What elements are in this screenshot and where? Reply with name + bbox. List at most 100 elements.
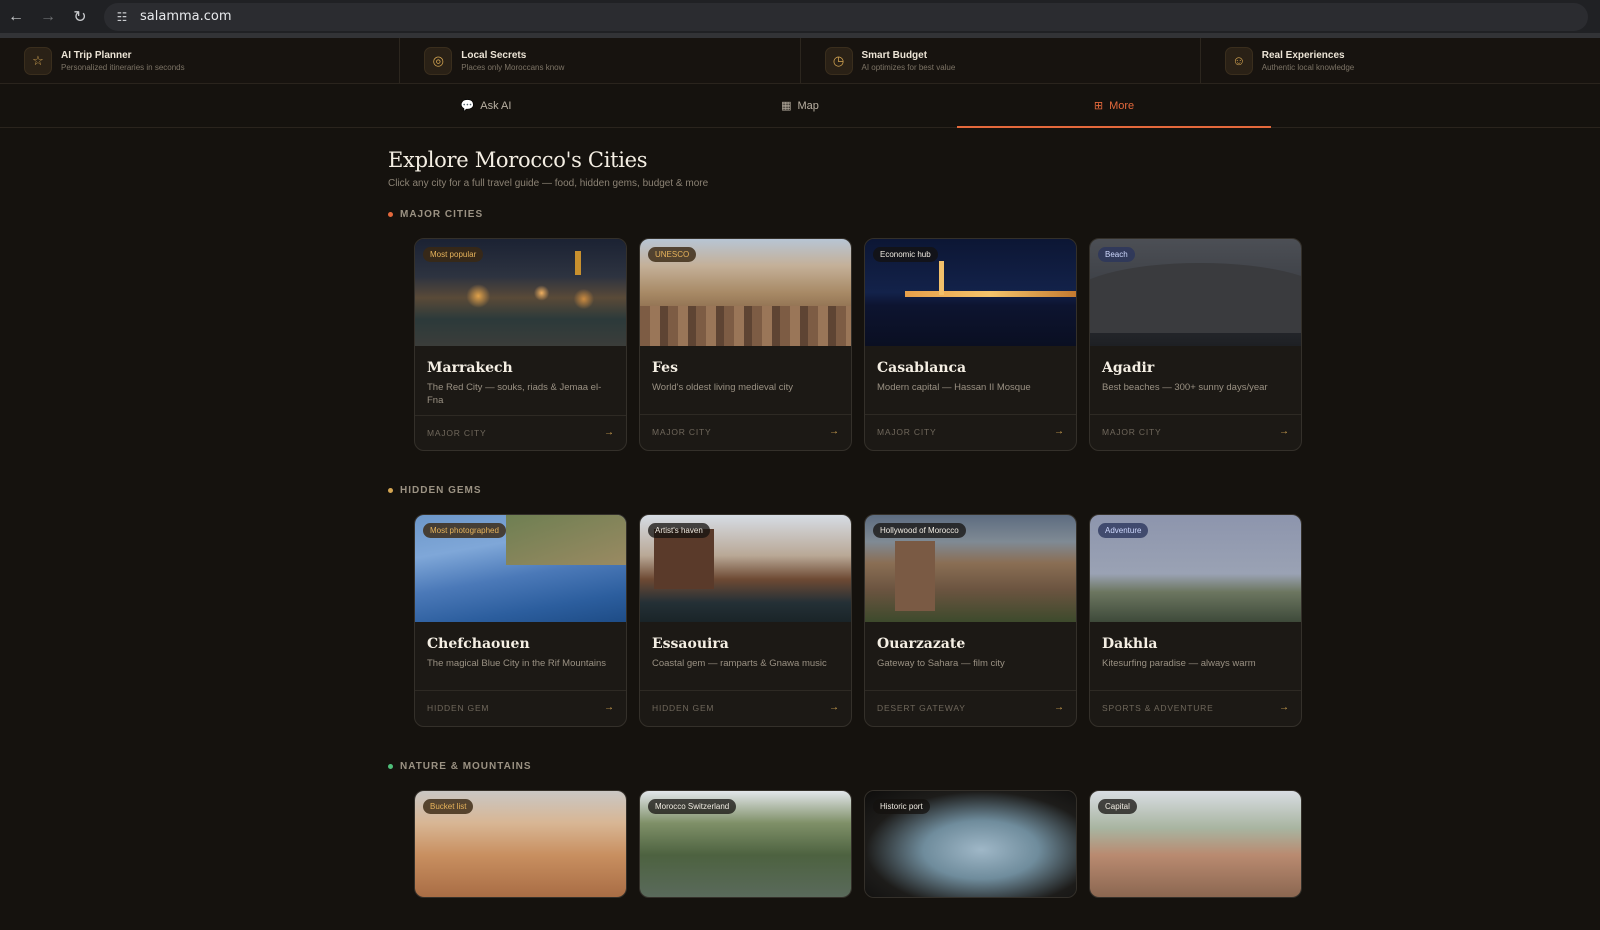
feature-subtitle: Personalized itineraries in seconds bbox=[61, 62, 185, 72]
city-card-ouarzazate[interactable]: Hollywood of Morocco Ouarzazate Gateway … bbox=[864, 514, 1077, 727]
page-subtitle: Click any city for a full travel guide —… bbox=[388, 178, 709, 189]
city-card-chefchaouen[interactable]: Most photographed Chefchaouen The magica… bbox=[414, 514, 627, 727]
city-card-fes[interactable]: UNESCO Fes World's oldest living medieva… bbox=[639, 238, 852, 451]
card-badge: Capital bbox=[1098, 799, 1137, 814]
card-badge: Adventure bbox=[1098, 523, 1149, 538]
chat-icon: 💬 bbox=[460, 100, 475, 112]
city-card[interactable]: Bucket list bbox=[414, 790, 627, 898]
feature-local-secrets: ◎ Local Secrets Places only Moroccans kn… bbox=[400, 38, 801, 83]
city-card[interactable]: Historic port bbox=[864, 790, 1077, 898]
city-tag: HIDDEN GEM bbox=[427, 702, 490, 713]
city-description: The Red City — souks, riads & Jemaa el-F… bbox=[427, 382, 602, 406]
section-dot bbox=[388, 488, 393, 493]
feature-real-experiences: ☺ Real Experiences Authentic local knowl… bbox=[1201, 38, 1600, 83]
star-icon: ☆ bbox=[24, 46, 52, 75]
site-settings-icon[interactable]: ☷ bbox=[114, 9, 130, 25]
city-name: Casablanca bbox=[877, 360, 967, 376]
city-name: Chefchaouen bbox=[427, 636, 530, 652]
city-image: Capital bbox=[1090, 791, 1301, 897]
city-description: The magical Blue City in the Rif Mountai… bbox=[427, 658, 606, 669]
city-tag: MAJOR CITY bbox=[877, 426, 937, 437]
feature-title: Smart Budget bbox=[861, 49, 928, 61]
city-name: Essaouira bbox=[652, 636, 729, 652]
section-title: NATURE & MOUNTAINS bbox=[400, 761, 532, 772]
tab-map[interactable]: ▦ Map bbox=[643, 84, 957, 127]
city-card-essaouira[interactable]: Artist's haven Essaouira Coastal gem — r… bbox=[639, 514, 852, 727]
city-tag: SPORTS & ADVENTURE bbox=[1102, 702, 1214, 713]
city-image: Beach bbox=[1090, 239, 1301, 346]
city-image: Bucket list bbox=[415, 791, 626, 897]
feature-title: Local Secrets bbox=[461, 49, 527, 61]
feature-subtitle: AI optimizes for best value bbox=[861, 62, 956, 72]
page-title: Explore Morocco's Cities bbox=[388, 148, 648, 172]
city-card-marrakech[interactable]: Most popular Marrakech The Red City — so… bbox=[414, 238, 627, 451]
reload-icon[interactable]: ↻ bbox=[64, 1, 96, 33]
city-card[interactable]: Morocco Switzerland bbox=[639, 790, 852, 898]
browser-toolbar: ← → ↻ ☷ salamma.com bbox=[0, 0, 1600, 33]
section-title: HIDDEN GEMS bbox=[400, 485, 482, 496]
city-image: UNESCO bbox=[640, 239, 851, 346]
grid-icon: ⊞ bbox=[1093, 100, 1104, 112]
tab-label: Map bbox=[797, 99, 819, 112]
tab-ask-ai[interactable]: 💬 Ask AI bbox=[329, 84, 643, 127]
section-hidden-gems: HIDDEN GEMS Most photographed Chefchaoue… bbox=[388, 485, 1308, 727]
city-tag: DESERT GATEWAY bbox=[877, 702, 966, 713]
section-major-cities: MAJOR CITIES Most popular Marrakech The … bbox=[388, 209, 1308, 451]
features-bar: ☆ AI Trip Planner Personalized itinerari… bbox=[0, 38, 1600, 84]
section-title: MAJOR CITIES bbox=[400, 209, 484, 220]
main-content: Explore Morocco's Cities Click any city … bbox=[388, 148, 1308, 898]
back-icon[interactable]: ← bbox=[0, 1, 32, 33]
city-card-dakhla[interactable]: Adventure Dakhla Kitesurfing paradise — … bbox=[1089, 514, 1302, 727]
city-card-agadir[interactable]: Beach Agadir Best beaches — 300+ sunny d… bbox=[1089, 238, 1302, 451]
city-tag: MAJOR CITY bbox=[427, 427, 487, 438]
city-card[interactable]: Capital bbox=[1089, 790, 1302, 898]
city-name: Marrakech bbox=[427, 360, 513, 376]
section-nature-mountains: NATURE & MOUNTAINS Bucket list Morocco S… bbox=[388, 761, 1308, 898]
section-dot bbox=[388, 764, 393, 769]
card-badge: UNESCO bbox=[648, 247, 697, 262]
tab-bar: 💬 Ask AI ▦ Map ⊞ More bbox=[0, 84, 1600, 128]
clock-icon: ◷ bbox=[824, 46, 853, 75]
arrow-right-icon: → bbox=[1279, 426, 1289, 437]
arrow-right-icon: → bbox=[604, 702, 614, 713]
card-badge: Economic hub bbox=[873, 247, 938, 262]
city-description: Kitesurfing paradise — always warm bbox=[1102, 658, 1256, 669]
city-tag: MAJOR CITY bbox=[1102, 426, 1162, 437]
card-badge: Hollywood of Morocco bbox=[873, 523, 966, 538]
card-badge: Artist's haven bbox=[648, 523, 710, 538]
city-name: Dakhla bbox=[1102, 636, 1158, 652]
arrow-right-icon: → bbox=[604, 427, 614, 438]
city-image: Economic hub bbox=[865, 239, 1076, 346]
card-badge: Beach bbox=[1098, 247, 1135, 262]
city-description: World's oldest living medieval city bbox=[652, 382, 794, 393]
city-card-casablanca[interactable]: Economic hub Casablanca Modern capital —… bbox=[864, 238, 1077, 451]
tab-label: Ask AI bbox=[480, 99, 512, 112]
forward-icon[interactable]: → bbox=[32, 1, 64, 33]
city-name: Ouarzazate bbox=[877, 636, 966, 652]
city-image: Historic port bbox=[865, 791, 1076, 897]
city-description: Coastal gem — ramparts & Gnawa music bbox=[652, 658, 827, 669]
arrow-right-icon: → bbox=[829, 702, 839, 713]
city-name: Agadir bbox=[1102, 360, 1155, 376]
address-url[interactable]: salamma.com bbox=[140, 9, 232, 24]
city-description: Best beaches — 300+ sunny days/year bbox=[1102, 382, 1268, 393]
address-bar[interactable]: ☷ salamma.com bbox=[104, 2, 1588, 31]
arrow-right-icon: → bbox=[1054, 426, 1064, 437]
city-image: Most popular bbox=[415, 239, 626, 346]
city-description: Modern capital — Hassan II Mosque bbox=[877, 382, 1031, 393]
tab-more[interactable]: ⊞ More bbox=[957, 84, 1271, 128]
arrow-right-icon: → bbox=[1054, 702, 1064, 713]
pin-icon: ◎ bbox=[424, 46, 453, 75]
card-badge: Bucket list bbox=[423, 799, 474, 814]
card-badge: Morocco Switzerland bbox=[648, 799, 737, 814]
section-dot bbox=[388, 212, 393, 217]
tab-label: More bbox=[1109, 99, 1135, 112]
city-tag: HIDDEN GEM bbox=[652, 702, 715, 713]
arrow-right-icon: → bbox=[829, 426, 839, 437]
city-image: Artist's haven bbox=[640, 515, 851, 622]
map-icon: ▦ bbox=[781, 100, 792, 112]
feature-title: AI Trip Planner bbox=[61, 49, 132, 61]
feature-subtitle: Authentic local knowledge bbox=[1261, 62, 1355, 72]
card-badge: Most popular bbox=[423, 247, 484, 262]
card-badge: Historic port bbox=[873, 799, 930, 814]
